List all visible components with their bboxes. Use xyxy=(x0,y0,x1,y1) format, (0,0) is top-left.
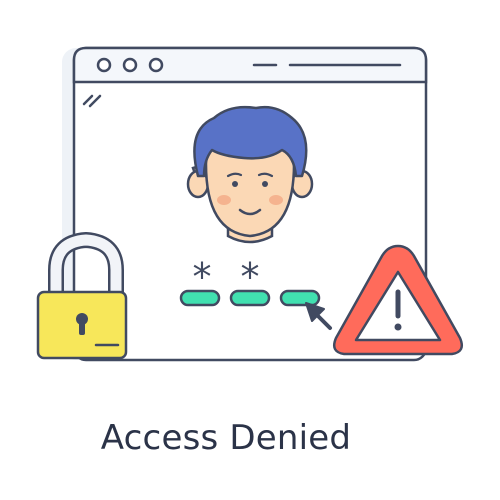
warning-exclamation-dot xyxy=(394,323,402,331)
right-eye xyxy=(262,181,268,187)
password-dot-3 xyxy=(279,289,321,307)
window-dot-3[interactable] xyxy=(148,57,164,73)
access-denied-illustration: * * Access Denied xyxy=(0,0,500,500)
caption-title: Access Denied xyxy=(100,418,352,458)
right-cheek xyxy=(269,195,283,205)
window-dot-2[interactable] xyxy=(122,57,138,73)
password-dot-1 xyxy=(179,289,221,307)
keyhole-slot xyxy=(79,320,85,335)
window-dot-1[interactable] xyxy=(96,57,112,73)
password-dot-2 xyxy=(229,289,271,307)
password-field[interactable] xyxy=(179,289,321,307)
left-cheek xyxy=(217,195,231,205)
left-eye xyxy=(232,181,238,187)
